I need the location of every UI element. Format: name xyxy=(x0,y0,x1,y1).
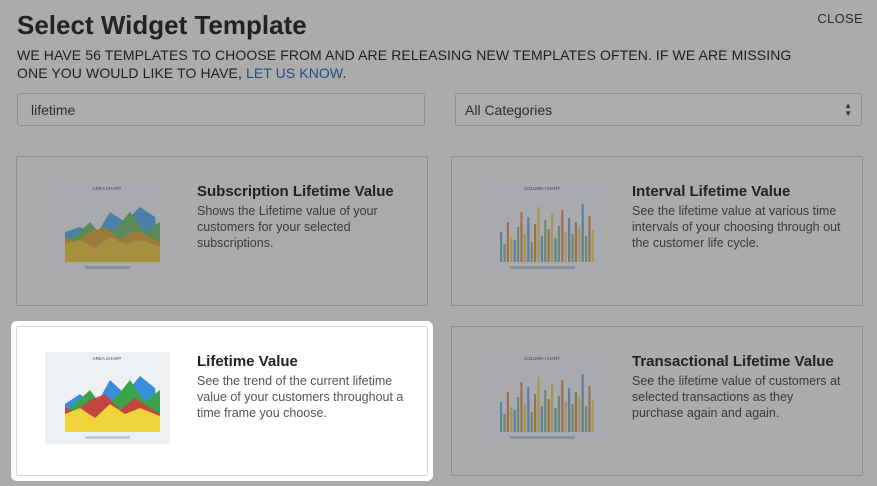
column-bar xyxy=(574,392,577,432)
column-bar xyxy=(578,227,581,262)
card-title: Lifetime Value xyxy=(197,353,298,370)
select-arrows-icon: ▲ ▼ xyxy=(844,100,852,118)
column-bar xyxy=(571,234,574,262)
column-bar xyxy=(561,210,564,262)
column-bar xyxy=(547,399,550,432)
card-description: See the trend of the current lifetime va… xyxy=(197,374,404,420)
column-bar xyxy=(554,238,557,262)
column-bar xyxy=(578,397,581,432)
column-bar xyxy=(564,232,567,262)
search-input[interactable] xyxy=(17,93,425,126)
column-bar xyxy=(500,402,503,432)
column-bar xyxy=(557,396,560,432)
column-bar xyxy=(517,397,520,432)
column-bar xyxy=(537,377,540,432)
column-bar xyxy=(527,217,530,262)
template-card-selected[interactable]: AREA CHART Lifetime Value See the trend … xyxy=(16,326,428,476)
card-description: See the lifetime value at various time i… xyxy=(632,204,841,250)
column-bar xyxy=(530,412,533,432)
column-bar xyxy=(585,406,588,432)
column-bar xyxy=(537,207,540,262)
column-bar xyxy=(530,242,533,262)
area-chart-thumbnail: AREA CHART xyxy=(45,352,170,444)
column-bar xyxy=(510,407,513,432)
column-bar xyxy=(506,392,509,432)
column-bar xyxy=(513,410,516,432)
column-bar xyxy=(523,234,526,262)
column-bar xyxy=(510,237,513,262)
area-chart-thumbnail: AREA CHART xyxy=(45,182,170,274)
template-card[interactable]: AREA CHART Subscription Lifetime Value S… xyxy=(16,156,428,306)
column-bar xyxy=(581,374,584,432)
description-text: WE HAVE 56 TEMPLATES TO CHOOSE FROM AND … xyxy=(17,47,792,81)
column-bar xyxy=(551,384,554,432)
template-card[interactable]: COLUMN CHART Transactional Lifetime Valu… xyxy=(451,326,863,476)
column-bar xyxy=(513,240,516,262)
column-bar xyxy=(523,404,526,432)
column-bar xyxy=(568,388,571,432)
column-bar xyxy=(503,244,506,262)
description-end: . xyxy=(342,65,347,81)
column-bar xyxy=(585,236,588,262)
modal-title: Select Widget Template xyxy=(17,10,307,40)
description: WE HAVE 56 TEMPLATES TO CHOOSE FROM AND … xyxy=(17,46,797,82)
column-bar xyxy=(568,218,571,262)
close-button[interactable]: CLOSE xyxy=(817,11,863,26)
column-bar xyxy=(557,226,560,262)
column-bar xyxy=(581,204,584,262)
column-bar xyxy=(554,408,557,432)
column-bar xyxy=(503,414,506,432)
column-bar xyxy=(506,222,509,262)
column-bar xyxy=(564,402,567,432)
card-description: See the lifetime value of customers at s… xyxy=(632,374,841,420)
column-bar xyxy=(520,212,523,262)
column-chart-thumbnail: COLUMN CHART xyxy=(480,352,605,444)
category-select[interactable]: All Categories ▲ ▼ xyxy=(455,93,862,126)
column-bar xyxy=(591,400,594,432)
column-bar xyxy=(574,222,577,262)
column-bar xyxy=(544,390,547,432)
card-description: Shows the Lifetime value of your custome… xyxy=(197,204,378,250)
column-bar xyxy=(517,227,520,262)
thumb-title: AREA CHART xyxy=(93,186,122,191)
template-card[interactable]: COLUMN CHART Interval Lifetime Value See… xyxy=(451,156,863,306)
column-bar xyxy=(588,386,591,432)
column-bar xyxy=(527,387,530,432)
category-select-value: All Categories xyxy=(465,101,553,118)
thumb-title: COLUMN CHART xyxy=(524,186,560,191)
column-bar xyxy=(540,236,543,262)
card-title: Transactional Lifetime Value xyxy=(632,353,834,370)
column-bar xyxy=(591,230,594,262)
column-bar xyxy=(551,214,554,262)
column-bar xyxy=(544,220,547,262)
let-us-know-link[interactable]: LET US KNOW xyxy=(246,65,343,81)
column-bar xyxy=(500,232,503,262)
column-bar xyxy=(534,224,537,262)
card-title: Subscription Lifetime Value xyxy=(197,183,394,200)
column-bar xyxy=(540,406,543,432)
card-title: Interval Lifetime Value xyxy=(632,183,791,200)
column-bar xyxy=(547,229,550,262)
thumb-title: COLUMN CHART xyxy=(524,356,560,361)
column-bar xyxy=(520,382,523,432)
column-bar xyxy=(571,404,574,432)
column-bar xyxy=(534,394,537,432)
column-bar xyxy=(561,380,564,432)
column-chart-thumbnail: COLUMN CHART xyxy=(480,182,605,274)
column-bar xyxy=(588,216,591,262)
thumb-title: AREA CHART xyxy=(93,356,122,361)
